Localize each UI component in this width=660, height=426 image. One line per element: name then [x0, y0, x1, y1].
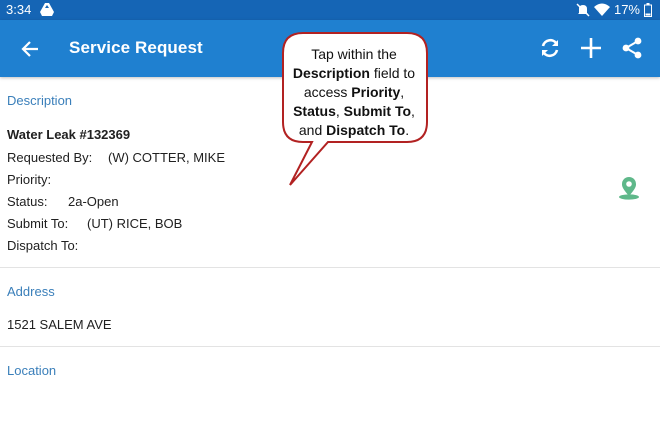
status-bar: 3:34 17%: [0, 0, 660, 20]
location-label: Location: [7, 363, 57, 378]
submit-to-value: (UT) RICE, BOB: [87, 216, 183, 231]
callout-line-3-lead: access: [303, 84, 352, 100]
drive-icon: [40, 3, 54, 16]
requested-by-value: (W) COTTER, MIKE: [108, 150, 225, 165]
back-arrow-icon[interactable]: [20, 38, 42, 60]
battery-percentage: 17%: [613, 2, 640, 17]
callout-status-term: Status: [293, 103, 336, 119]
status-time: 3:34: [6, 2, 32, 17]
status-row: Status: 2a-Open: [7, 194, 119, 209]
map-pin-icon[interactable]: [618, 176, 640, 200]
status-icons: 17%: [576, 2, 652, 17]
status-label: Status:: [7, 194, 48, 209]
wifi-icon: [593, 3, 610, 16]
dispatch-to-label: Dispatch To:: [7, 238, 79, 253]
callout-line-2-rest: field to: [369, 65, 416, 81]
battery-icon: [644, 2, 652, 17]
share-icon[interactable]: [620, 35, 644, 61]
status-value: 2a-Open: [68, 194, 119, 209]
address-value: 1521 SALEM AVE: [7, 317, 112, 332]
callout-line-5: and Dispatch To.: [280, 121, 428, 140]
refresh-icon[interactable]: [537, 35, 563, 61]
callout-line-4-sep: ,: [335, 103, 344, 119]
location-section[interactable]: Location: [0, 347, 660, 426]
description-label: Description: [7, 93, 73, 108]
callout-description-term: Description: [292, 65, 370, 81]
address-section[interactable]: Address 1521 SALEM AVE: [0, 268, 660, 347]
callout-line-5-lead: and: [298, 122, 327, 138]
callout-line-2: Description field to: [280, 64, 428, 83]
page-title: Service Request: [69, 38, 203, 57]
priority-label: Priority:: [7, 172, 52, 187]
callout-priority-term: Priority: [351, 84, 401, 100]
callout-line-1: Tap within the: [311, 46, 397, 62]
callout-line-4-comma: ,: [411, 103, 415, 119]
callout-line-3-comma: ,: [400, 84, 405, 100]
address-label: Address: [7, 284, 55, 299]
submit-to-row: Submit To: (UT) RICE, BOB: [7, 216, 182, 231]
requested-by-row: Requested By: (W) COTTER, MIKE: [7, 150, 225, 165]
request-title: Water Leak #132369: [7, 127, 131, 142]
requested-by-label: Requested By:: [7, 150, 93, 165]
callout-dispatch-to-term: Dispatch To: [326, 122, 406, 138]
callout-text: Tap within the Description field to acce…: [280, 45, 428, 140]
callout-line-3: access Priority,: [280, 83, 428, 102]
callout-line-4: Status, Submit To,: [280, 102, 428, 121]
submit-to-label: Submit To:: [7, 216, 69, 231]
add-icon[interactable]: [578, 35, 604, 61]
callout-submit-to-term: Submit To: [343, 103, 412, 119]
mute-icon: [576, 2, 590, 17]
callout-line-5-period: .: [405, 122, 410, 138]
